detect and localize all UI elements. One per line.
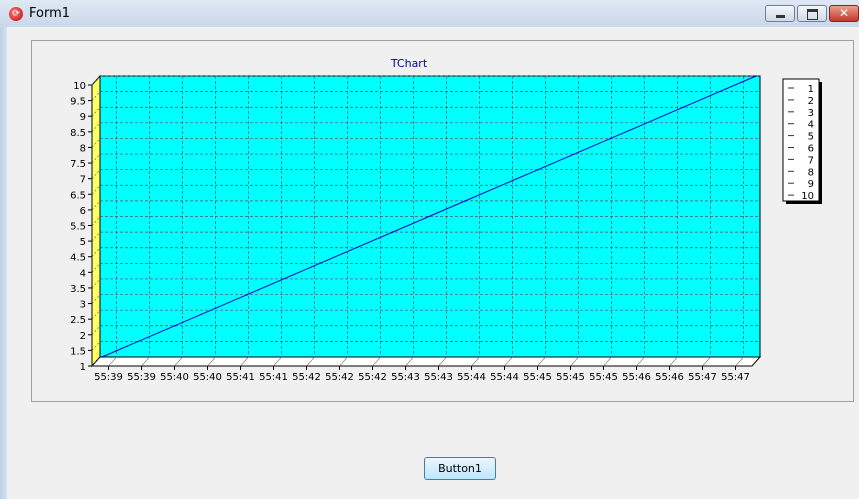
x-tick-label: 55:43 <box>424 372 453 383</box>
y-tick-label: 6 <box>80 206 86 217</box>
legend-entry: 10 <box>801 191 814 202</box>
y-tick-label: 6.5 <box>70 190 86 201</box>
y-tick-label: 5 <box>80 237 86 248</box>
y-tick-label: 3 <box>80 300 86 311</box>
chart-panel: TChart 1 1.5 2 2.5 3 3.5 4 4.5 5 5.5 6 6.5 7 7.5 8 8.5 9… <box>31 40 854 402</box>
series-point <box>537 168 539 171</box>
series-point <box>319 262 321 265</box>
title-bar[interactable]: ⟳ Form1 ✕ <box>0 0 859 28</box>
y-tick-label: 7.5 <box>70 159 86 170</box>
legend-entry: 5 <box>808 132 814 143</box>
chart-title: TChart <box>390 57 428 70</box>
minimize-button[interactable] <box>765 5 795 22</box>
legend-entry: 9 <box>808 179 814 190</box>
y-tick-label: 10 <box>73 81 86 92</box>
close-icon: ✕ <box>838 6 850 20</box>
x-tick-label: 55:45 <box>556 372 585 383</box>
x-tick-label: 55:42 <box>358 372 387 383</box>
y-tick-label: 4 <box>80 268 86 279</box>
x-tick-label: 55:39 <box>127 372 156 383</box>
x-tick-label: 55:39 <box>94 372 123 383</box>
series-point <box>246 293 249 296</box>
series-point <box>173 324 176 327</box>
x-tick-label: 55:41 <box>259 372 288 383</box>
legend-entry: 4 <box>808 120 814 131</box>
series-point <box>609 137 612 140</box>
series-point <box>391 231 394 233</box>
window-title: Form1 <box>29 6 71 21</box>
x-tick-label: 55:40 <box>193 372 222 383</box>
x-tick-label: 55:45 <box>523 372 552 383</box>
y-tick-label: 5.5 <box>70 222 86 233</box>
x-tick-label: 55:43 <box>391 372 420 383</box>
minimize-icon <box>776 15 785 18</box>
legend-entry: 6 <box>808 144 814 155</box>
button1[interactable]: Button1 <box>424 457 496 480</box>
y-tick-label: 1.5 <box>70 346 86 357</box>
x-tick-label: 55:47 <box>688 372 717 383</box>
y-tick-label: 3.5 <box>70 284 86 295</box>
x-tick-label: 55:46 <box>622 372 651 383</box>
x-tick-label: 55:45 <box>589 372 618 383</box>
y-tick-label: 4.5 <box>70 253 86 264</box>
legend-entry: 7 <box>808 155 814 166</box>
y-tick-label: 2 <box>80 331 86 342</box>
legend-entry: 1 <box>808 84 814 95</box>
app-icon[interactable]: ⟳ <box>9 7 23 21</box>
y-tick-label: 8.5 <box>70 128 86 139</box>
legend-entry: 3 <box>808 108 814 119</box>
x-tick-label: 55:44 <box>490 372 519 383</box>
y-tick-label: 2.5 <box>70 315 86 326</box>
series-point <box>464 200 467 202</box>
chart-side-wall <box>91 74 101 368</box>
x-tick-label: 55:44 <box>457 372 486 383</box>
x-tick-label: 55:42 <box>325 372 354 383</box>
y-tick-label: 9.5 <box>70 97 86 108</box>
window-border <box>0 27 7 499</box>
series-point <box>682 106 685 109</box>
close-button[interactable]: ✕ <box>829 5 859 22</box>
x-tick-label: 55:40 <box>160 372 189 383</box>
y-tick-label: 9 <box>80 112 86 123</box>
x-tick-label: 55:42 <box>292 372 321 383</box>
legend-entry: 2 <box>808 96 814 107</box>
tchart[interactable]: TChart 1 1.5 2 2.5 3 3.5 4 4.5 5 5.5 6 6.5 7 7.5 8 8.5 9… <box>32 41 853 401</box>
x-tick-label: 55:41 <box>226 372 255 383</box>
form-client-area: TChart 1 1.5 2 2.5 3 3.5 4 4.5 5 5.5 6 6.5 7 7.5 8 8.5 9… <box>7 27 859 499</box>
legend-entry: 8 <box>808 167 814 178</box>
maximize-icon <box>807 9 818 20</box>
x-tick-label: 55:47 <box>721 372 750 383</box>
y-tick-label: 7 <box>80 175 86 186</box>
maximize-button[interactable] <box>797 5 827 22</box>
y-tick-label: 8 <box>80 143 86 154</box>
y-tick-label: 1 <box>80 362 86 373</box>
series-point <box>101 356 103 358</box>
x-tick-label: 55:46 <box>655 372 684 383</box>
chart-floor <box>90 356 762 367</box>
series-point <box>755 75 757 77</box>
